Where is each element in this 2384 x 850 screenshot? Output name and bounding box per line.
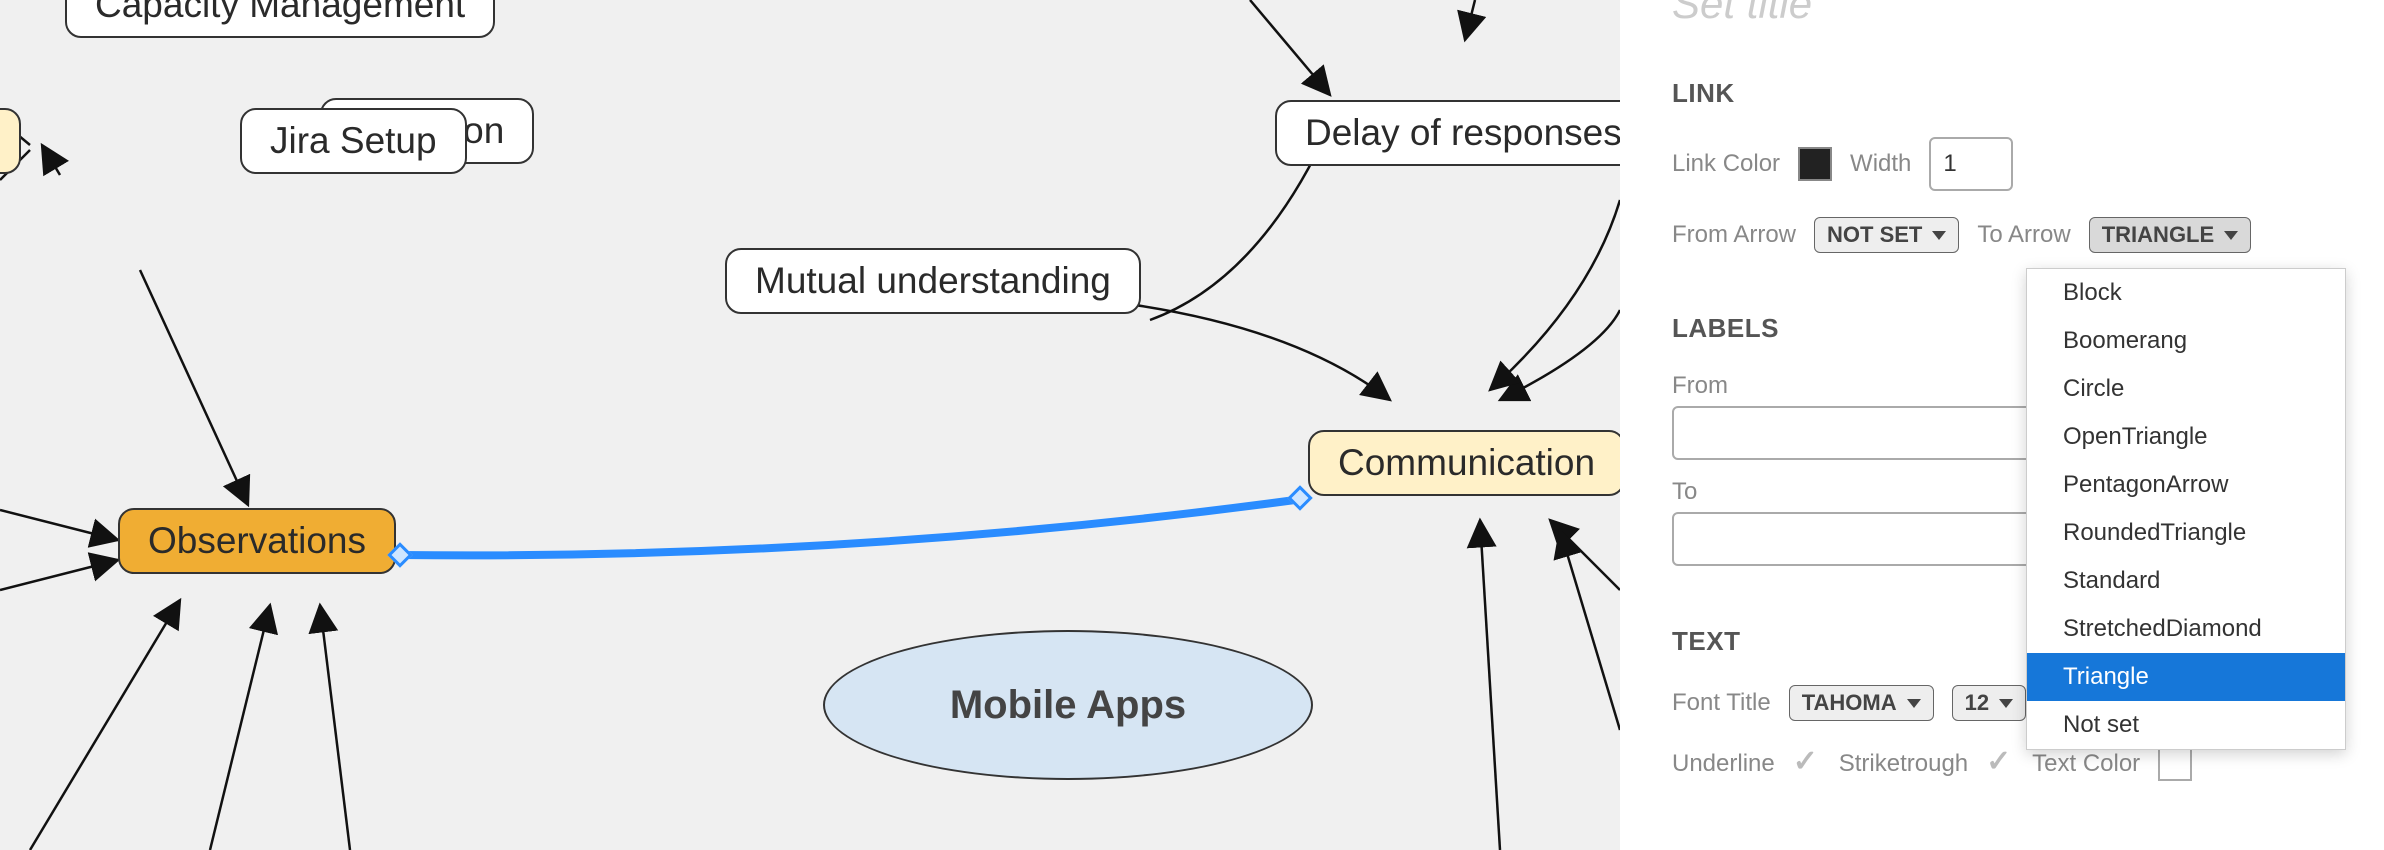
to-arrow-option[interactable]: Standard — [2027, 557, 2345, 605]
to-arrow-dropdown[interactable]: TRIANGLE — [2089, 217, 2251, 253]
node-mutual-understanding[interactable]: Mutual understanding — [725, 248, 1141, 314]
chevron-down-icon — [2224, 231, 2238, 240]
to-arrow-option[interactable]: StretchedDiamond — [2027, 605, 2345, 653]
to-arrow-option[interactable]: Triangle — [2027, 653, 2345, 701]
node-label: Observations — [148, 520, 366, 561]
section-heading-link: LINK — [1672, 78, 2344, 109]
node-label: Communication — [1338, 442, 1595, 483]
font-title-label: Font Title — [1672, 689, 1771, 717]
node-left-fragment[interactable]: s — [0, 108, 21, 174]
node-label: s — [0, 120, 1, 161]
strike-label: Striketrough — [1839, 750, 1968, 778]
link-color-swatch[interactable] — [1798, 147, 1832, 181]
to-arrow-option[interactable]: PentagonArrow — [2027, 461, 2345, 509]
node-jira-setup[interactable]: Jira Setup — [240, 108, 467, 174]
from-arrow-dropdown[interactable]: NOT SET — [1814, 217, 1959, 253]
underline-label: Underline — [1672, 750, 1775, 778]
to-arrow-options-list: BlockBoomerangCircleOpenTrianglePentagon… — [2026, 268, 2346, 750]
to-arrow-option[interactable]: Not set — [2027, 701, 2345, 749]
to-arrow-option[interactable]: Block — [2027, 269, 2345, 317]
node-observations[interactable]: Observations — [118, 508, 396, 574]
node-delay-of-responses[interactable]: Delay of responses — [1275, 100, 1652, 166]
link-width-label: Width — [1850, 150, 1911, 178]
underline-toggle[interactable] — [1793, 750, 1821, 778]
node-label: Mutual understanding — [755, 260, 1111, 301]
from-arrow-label: From Arrow — [1672, 221, 1796, 249]
node-label: Mobile Apps — [950, 683, 1186, 728]
link-width-input[interactable] — [1929, 137, 2013, 191]
strike-toggle[interactable] — [1986, 750, 2014, 778]
font-family-dropdown[interactable]: TAHOMA — [1789, 685, 1934, 721]
from-arrow-value: NOT SET — [1827, 222, 1922, 248]
font-size-value: 12 — [1965, 690, 1989, 716]
to-arrow-option[interactable]: OpenTriangle — [2027, 413, 2345, 461]
text-color-swatch[interactable] — [2158, 747, 2192, 781]
node-label: Delay of responses — [1305, 112, 1622, 153]
panel-title-placeholder: Set title — [1672, 0, 2344, 28]
chevron-down-icon — [1907, 699, 1921, 708]
font-size-dropdown[interactable]: 12 — [1952, 685, 2026, 721]
font-family-value: TAHOMA — [1802, 690, 1897, 716]
node-label: Jira Setup — [270, 120, 437, 161]
to-arrow-option[interactable]: Boomerang — [2027, 317, 2345, 365]
chevron-down-icon — [1932, 231, 1946, 240]
link-handle-to[interactable] — [1287, 485, 1312, 510]
node-label: Capacity Management — [95, 0, 465, 25]
link-color-label: Link Color — [1672, 150, 1780, 178]
to-arrow-option[interactable]: RoundedTriangle — [2027, 509, 2345, 557]
properties-panel: Set title LINK Link Color Width From Arr… — [1620, 0, 2384, 850]
diagram-canvas[interactable]: Capacity Management aboration Jira Setup… — [0, 0, 1620, 850]
text-color-label: Text Color — [2032, 750, 2140, 778]
node-communication[interactable]: Communication — [1308, 430, 1625, 496]
chevron-down-icon — [1999, 699, 2013, 708]
to-arrow-option[interactable]: Circle — [2027, 365, 2345, 413]
node-capacity-management[interactable]: Capacity Management — [65, 0, 495, 38]
to-arrow-label: To Arrow — [1977, 221, 2070, 249]
node-mobile-apps[interactable]: Mobile Apps — [823, 630, 1313, 780]
to-arrow-value: TRIANGLE — [2102, 222, 2214, 248]
